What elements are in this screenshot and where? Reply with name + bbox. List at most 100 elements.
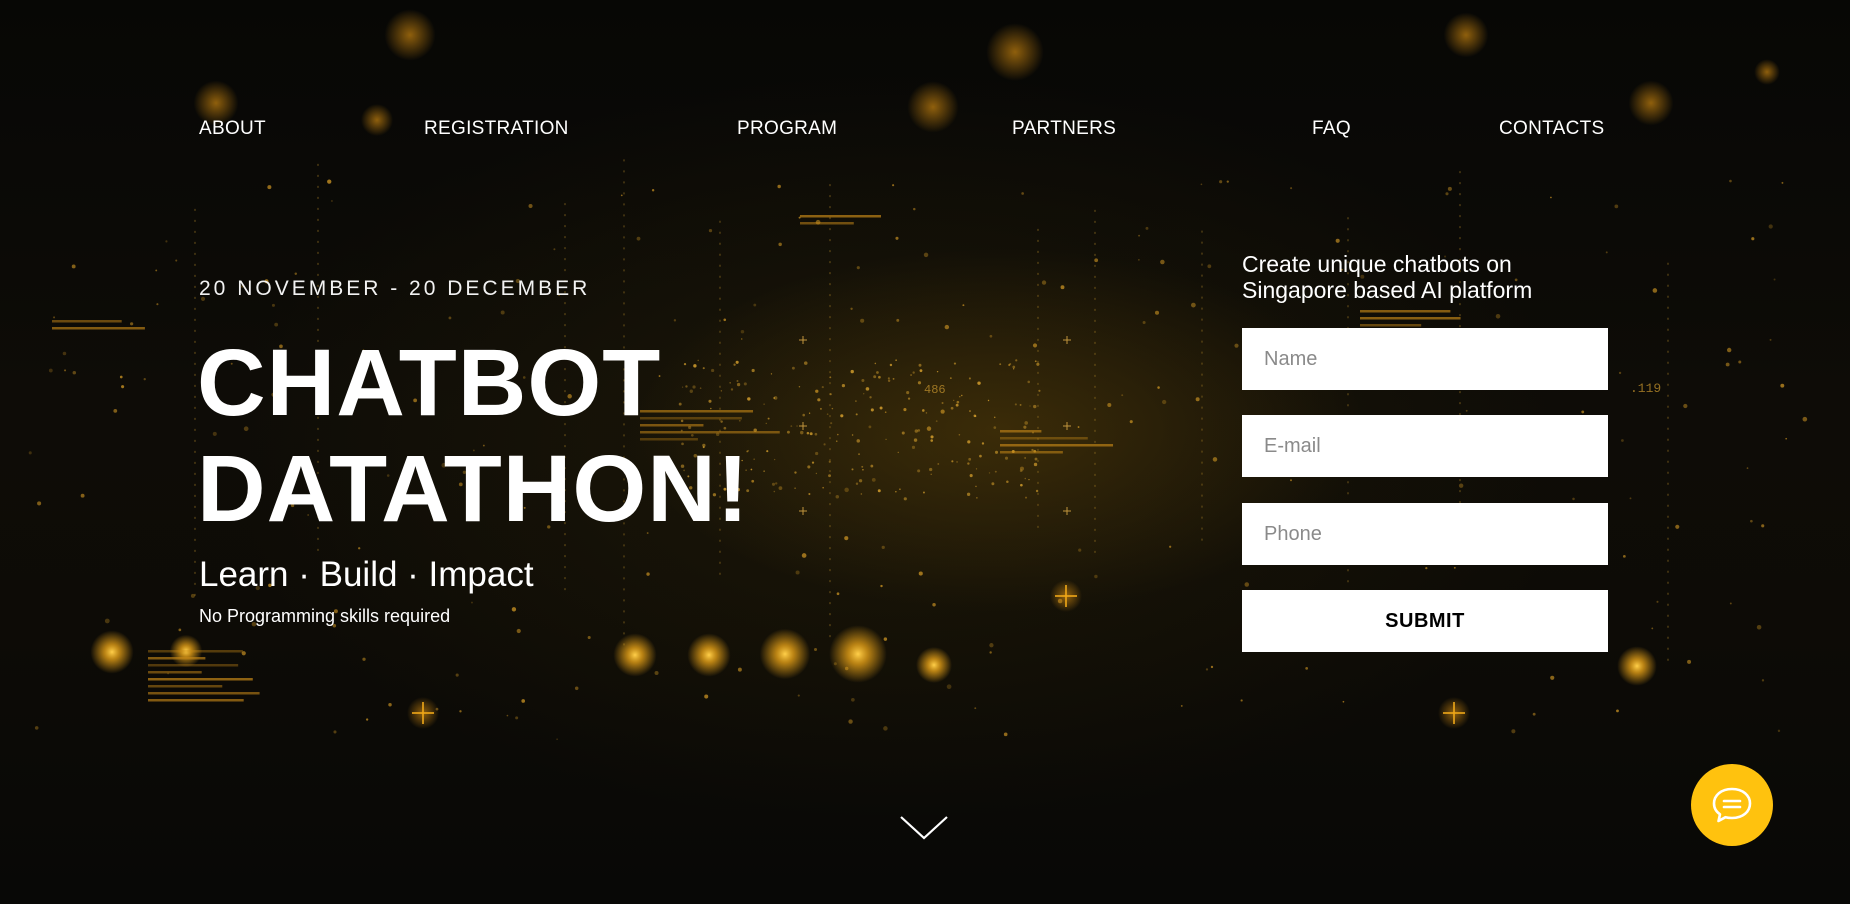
bg-particle <box>855 413 858 416</box>
bg-particle <box>836 440 838 442</box>
title-line-2: DATATHON! <box>197 436 750 542</box>
bg-particle <box>1036 362 1040 366</box>
bg-particle <box>500 310 505 315</box>
email-field[interactable] <box>1242 415 1608 477</box>
bg-particle <box>858 453 860 456</box>
bg-particle <box>1290 479 1292 482</box>
bg-particle <box>1041 280 1047 285</box>
bg-particle <box>1226 180 1229 183</box>
bg-code-line <box>1000 451 1063 454</box>
submit-button[interactable]: SUBMIT <box>1242 590 1608 652</box>
bg-code-line <box>148 692 260 695</box>
bg-particle <box>528 204 533 209</box>
bg-particle <box>959 395 961 398</box>
bg-particle <box>750 468 753 471</box>
name-field[interactable] <box>1242 328 1608 390</box>
phone-field[interactable] <box>1242 503 1608 565</box>
bg-glow <box>829 625 887 683</box>
bg-particle <box>895 490 897 493</box>
page-title: CHATBOT DATATHON! <box>197 330 749 542</box>
bg-particle <box>790 425 793 427</box>
bg-glow <box>687 633 731 677</box>
bg-glow <box>169 634 203 668</box>
bg-code-line <box>148 650 243 653</box>
bg-particle <box>831 407 834 410</box>
bg-particle <box>919 369 923 373</box>
scroll-down-button[interactable] <box>898 813 950 843</box>
nav-item-program[interactable]: PROGRAM <box>737 118 837 140</box>
bg-particle <box>949 377 952 379</box>
bg-particle <box>841 383 846 388</box>
bg-particle <box>1060 285 1065 290</box>
nav-item-registration[interactable]: REGISTRATION <box>424 118 569 140</box>
bg-code-line <box>148 664 239 667</box>
bg-particle <box>130 322 134 326</box>
subnote: No Programming skills required <box>199 606 451 626</box>
bg-particle <box>815 472 818 475</box>
bg-particle <box>968 457 972 461</box>
nav-item-partners[interactable]: PARTNERS <box>1012 118 1116 140</box>
bg-particle <box>994 450 999 454</box>
bg-particle <box>1802 416 1808 422</box>
bg-particle <box>953 399 955 402</box>
bg-particle <box>969 474 973 478</box>
bg-particle <box>1761 679 1765 682</box>
nav-item-faq[interactable]: FAQ <box>1312 118 1351 140</box>
bg-particle <box>901 431 905 435</box>
bg-particle <box>887 379 891 382</box>
bg-particle <box>850 369 854 374</box>
chevron-down-icon <box>900 816 948 840</box>
bg-particle <box>190 593 195 598</box>
bg-particle <box>918 571 923 576</box>
bg-particle <box>113 408 118 413</box>
bg-particle <box>556 738 558 741</box>
bg-particle <box>620 194 623 197</box>
bg-particle <box>817 398 821 402</box>
bg-particle <box>1445 192 1449 196</box>
bg-particle <box>1121 394 1124 397</box>
bg-particle <box>803 361 808 365</box>
bg-particle <box>751 368 755 373</box>
bg-particle <box>771 482 776 486</box>
bg-particle <box>786 430 790 434</box>
bg-particle <box>704 694 709 699</box>
bg-glow <box>1617 646 1657 686</box>
bg-particle <box>651 189 655 192</box>
bg-particle <box>899 488 901 491</box>
bg-particle <box>1009 363 1012 366</box>
bg-particle <box>1028 479 1030 481</box>
bg-particle <box>862 469 864 471</box>
bg-particle <box>1342 700 1345 703</box>
bg-particle <box>165 240 168 243</box>
bg-particle <box>636 236 641 241</box>
form-intro: Create unique chatbots on Singapore base… <box>1242 251 1622 303</box>
bg-particle <box>753 458 756 461</box>
bg-particle <box>1014 403 1017 406</box>
chat-button[interactable] <box>1691 764 1773 846</box>
bg-particle <box>1622 554 1626 558</box>
bg-particle <box>1614 204 1619 209</box>
bg-particle <box>988 472 991 474</box>
bg-code-line <box>800 222 854 225</box>
bg-particle <box>167 672 170 675</box>
bg-particle <box>794 487 796 490</box>
bg-particle <box>1756 624 1762 630</box>
bg-glow <box>90 630 134 674</box>
bg-particle <box>773 397 776 399</box>
bg-particle <box>1652 288 1658 293</box>
bg-code-line <box>800 215 882 218</box>
bg-particle <box>156 303 159 306</box>
nav-item-contacts[interactable]: CONTACTS <box>1499 118 1605 140</box>
bg-particle <box>918 363 922 367</box>
hero-section: 486 .119 ABOUT REGISTRATION PROGRAM PART… <box>0 0 1850 904</box>
bg-particle <box>1145 226 1149 230</box>
bg-bokeh <box>1443 12 1489 58</box>
bg-particle <box>1212 457 1218 462</box>
bg-particle <box>999 363 1002 366</box>
bg-particle <box>1777 729 1781 733</box>
bg-particle <box>362 657 366 661</box>
nav-item-about[interactable]: ABOUT <box>199 118 266 140</box>
bg-particle <box>797 694 800 697</box>
bg-particle <box>858 479 863 483</box>
bg-particle <box>878 375 881 379</box>
